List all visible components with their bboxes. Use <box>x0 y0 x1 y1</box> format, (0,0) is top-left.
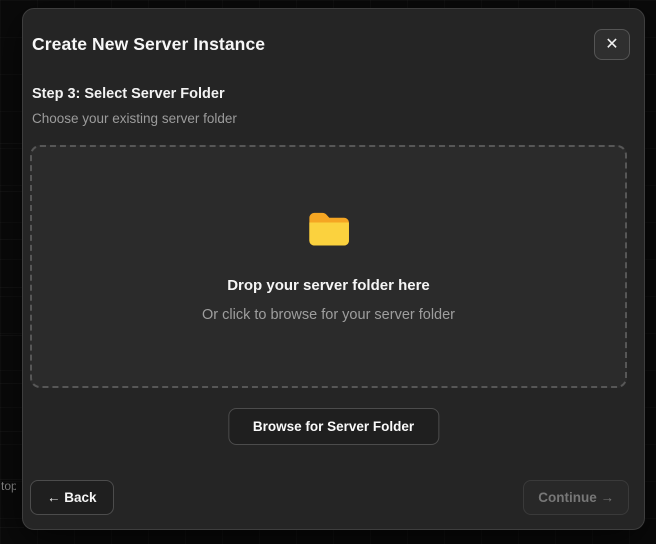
close-button[interactable]: ✕ <box>594 29 630 60</box>
back-button[interactable]: ← Back <box>30 480 114 515</box>
modal-header: Create New Server Instance ✕ <box>32 29 630 60</box>
dropzone-subheading: Or click to browse for your server folde… <box>201 306 456 323</box>
continue-button[interactable]: Continue → <box>523 480 629 515</box>
modal-footer: ← Back Continue → <box>30 480 629 515</box>
folder-icon <box>308 212 349 245</box>
backdrop-row-lines <box>0 96 24 544</box>
server-folder-dropzone[interactable]: Drop your server folder here Or click to… <box>30 145 627 388</box>
modal-title: Create New Server Instance <box>32 34 266 54</box>
step-subheading: Choose your existing server folder <box>32 111 237 126</box>
browse-for-server-folder-button[interactable]: Browse for Server Folder <box>227 408 440 445</box>
close-icon: ✕ <box>605 36 619 53</box>
dropzone-heading: Drop your server folder here <box>227 276 430 294</box>
create-server-modal: Create New Server Instance ✕ Step 3: Sel… <box>22 8 645 530</box>
step-heading: Step 3: Select Server Folder <box>32 86 225 102</box>
background-text-fragment: top <box>1 479 16 493</box>
